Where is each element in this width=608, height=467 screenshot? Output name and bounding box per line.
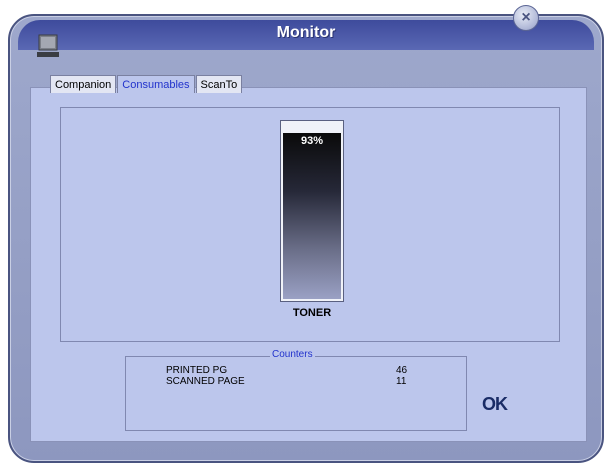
counter-row-scanned: SCANNED PAGE 11 (166, 376, 456, 387)
toner-gauge: 93% (280, 120, 344, 302)
title-bar: Monitor (18, 20, 594, 58)
close-icon: × (521, 9, 531, 26)
toner-percent: 93% (300, 135, 324, 147)
counter-label: SCANNED PAGE (166, 376, 245, 387)
ok-button[interactable]: OK (482, 394, 514, 416)
counter-row-printed: PRINTED PG 46 (166, 365, 456, 376)
toner-label: TONER (292, 307, 332, 319)
window-title: Monitor (276, 24, 336, 41)
counters-group: Counters PRINTED PG 46 SCANNED PAGE 11 (125, 349, 467, 431)
toner-level-fill (283, 133, 341, 299)
tab-scanto[interactable]: ScanTo (195, 75, 243, 93)
counters-legend: Counters (270, 349, 315, 360)
counter-value: 11 (396, 376, 407, 387)
counter-label: PRINTED PG (166, 365, 228, 376)
counter-value: 46 (396, 365, 408, 376)
tab-bar: Companion Consumables ScanTo (50, 75, 243, 93)
computer-icon (36, 34, 62, 60)
tab-consumables[interactable]: Consumables (117, 75, 195, 93)
close-button[interactable]: × (513, 5, 539, 31)
tab-companion[interactable]: Companion (50, 75, 117, 93)
